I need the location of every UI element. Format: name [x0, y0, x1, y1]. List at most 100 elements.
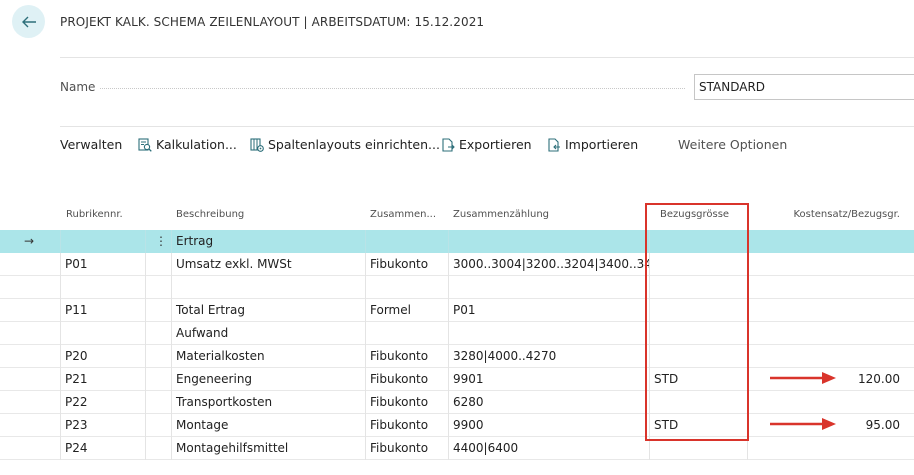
cell-bezugsgroesse[interactable]	[649, 230, 747, 253]
cell-rubrikennr[interactable]: P22	[60, 391, 145, 414]
cell-zusammen[interactable]: Fibukonto	[365, 368, 448, 391]
row-indicator	[0, 253, 60, 276]
table-row[interactable]: P01 Umsatz exkl. MWSt Fibukonto 3000..30…	[0, 253, 914, 276]
cell-kostensatz[interactable]	[747, 276, 914, 299]
table-row[interactable]	[0, 276, 914, 299]
cell-zusammenzaehlung[interactable]	[448, 230, 649, 253]
table-row[interactable]: → ⋮ Ertrag	[0, 230, 914, 253]
cell-beschreibung[interactable]: Transportkosten	[171, 391, 365, 414]
cell-bezugsgroesse[interactable]: STD	[649, 368, 747, 391]
cell-kostensatz[interactable]	[747, 437, 914, 460]
exportieren-button[interactable]: Exportieren	[441, 137, 532, 152]
importieren-button[interactable]: Importieren	[547, 137, 638, 152]
row-indicator	[0, 322, 60, 345]
cell-kostensatz[interactable]	[747, 391, 914, 414]
cell-kostensatz[interactable]	[747, 299, 914, 322]
annotation-arrow-icon	[770, 372, 836, 384]
cell-rubrikennr[interactable]: P20	[60, 345, 145, 368]
row-menu-cell	[145, 299, 171, 322]
col-header-bezugsgroesse[interactable]: Bezugsgrösse	[660, 209, 744, 220]
col-header-kostensatz[interactable]: Kostensatz/Bezugsgr.	[752, 209, 900, 220]
cell-zusammenzaehlung[interactable]	[448, 276, 649, 299]
row-indicator	[0, 368, 60, 391]
cell-zusammen[interactable]	[365, 322, 448, 345]
cell-rubrikennr[interactable]	[60, 230, 145, 253]
cell-rubrikennr[interactable]: P23	[60, 414, 145, 437]
weitere-optionen-button[interactable]: Weitere Optionen	[678, 137, 787, 152]
col-header-rubrikennr[interactable]: Rubrikennr.	[66, 209, 146, 220]
cell-beschreibung[interactable]: Aufwand	[171, 322, 365, 345]
cell-zusammenzaehlung[interactable]	[448, 322, 649, 345]
back-button[interactable]	[12, 5, 45, 38]
cell-bezugsgroesse[interactable]	[649, 253, 747, 276]
cell-zusammenzaehlung[interactable]: 3280|4000..4270	[448, 345, 649, 368]
cell-rubrikennr[interactable]: P21	[60, 368, 145, 391]
cell-beschreibung[interactable]: Umsatz exkl. MWSt	[171, 253, 365, 276]
kalkulation-button[interactable]: Kalkulation...	[138, 137, 237, 152]
cell-rubrikennr[interactable]: P11	[60, 299, 145, 322]
cell-beschreibung[interactable]: Materialkosten	[171, 345, 365, 368]
cell-kostensatz[interactable]	[747, 322, 914, 345]
cell-beschreibung[interactable]: Montagehilfsmittel	[171, 437, 365, 460]
export-icon	[442, 137, 455, 152]
cell-bezugsgroesse[interactable]	[649, 299, 747, 322]
ellipsis-vertical-icon[interactable]: ⋮	[145, 230, 171, 253]
spaltenlayouts-button[interactable]: Spaltenlayouts einrichten...	[250, 137, 440, 152]
name-label: Name	[60, 80, 96, 94]
cell-zusammenzaehlung[interactable]: 9901	[448, 368, 649, 391]
cell-rubrikennr[interactable]: P01	[60, 253, 145, 276]
verwalten-label: Verwalten	[60, 137, 123, 152]
cell-bezugsgroesse[interactable]	[649, 437, 747, 460]
table-row[interactable]: P11 Total Ertrag Formel P01	[0, 299, 914, 322]
cell-zusammen[interactable]: Fibukonto	[365, 345, 448, 368]
cell-beschreibung[interactable]: Montage	[171, 414, 365, 437]
name-input[interactable]: STANDARD	[694, 74, 914, 100]
row-menu-cell	[145, 368, 171, 391]
col-header-zusammenzaehlung[interactable]: Zusammenzählung	[453, 209, 643, 220]
row-menu-cell	[145, 276, 171, 299]
cell-zusammen[interactable]	[365, 230, 448, 253]
cell-bezugsgroesse[interactable]	[649, 345, 747, 368]
table-row[interactable]: Aufwand	[0, 322, 914, 345]
cell-zusammenzaehlung[interactable]: 9900	[448, 414, 649, 437]
annotation-arrow-icon	[770, 418, 836, 430]
cell-zusammenzaehlung[interactable]: P01	[448, 299, 649, 322]
cell-bezugsgroesse[interactable]	[649, 322, 747, 345]
table-row[interactable]: P24 Montagehilfsmittel Fibukonto 4400|64…	[0, 437, 914, 460]
row-arrow-icon: →	[24, 234, 35, 248]
table-row[interactable]: P20 Materialkosten Fibukonto 3280|4000..…	[0, 345, 914, 368]
cell-beschreibung[interactable]	[171, 276, 365, 299]
cell-beschreibung[interactable]: Total Ertrag	[171, 299, 365, 322]
col-header-beschreibung[interactable]: Beschreibung	[176, 209, 356, 220]
cell-bezugsgroesse[interactable]: STD	[649, 414, 747, 437]
divider	[60, 57, 914, 58]
col-header-zusammen[interactable]: Zusammen...	[370, 209, 446, 220]
cell-rubrikennr[interactable]	[60, 322, 145, 345]
cell-zusammen[interactable]	[365, 276, 448, 299]
calculation-icon	[138, 137, 152, 152]
cell-kostensatz[interactable]	[747, 253, 914, 276]
cell-kostensatz[interactable]	[747, 345, 914, 368]
kalkulation-label: Kalkulation...	[156, 137, 237, 152]
import-icon	[548, 137, 560, 152]
cell-beschreibung[interactable]: Engeneering	[171, 368, 365, 391]
weitere-optionen-label: Weitere Optionen	[678, 137, 788, 152]
cell-zusammen[interactable]: Formel	[365, 299, 448, 322]
cell-bezugsgroesse[interactable]	[649, 276, 747, 299]
cell-zusammenzaehlung[interactable]: 4400|6400	[448, 437, 649, 460]
cell-zusammen[interactable]: Fibukonto	[365, 391, 448, 414]
cell-rubrikennr[interactable]	[60, 276, 145, 299]
cell-beschreibung[interactable]: Ertrag	[171, 230, 365, 253]
row-indicator	[0, 299, 60, 322]
cell-kostensatz[interactable]	[747, 230, 914, 253]
cell-zusammenzaehlung[interactable]: 3000..3004|3200..3204|3400..3430|...	[448, 253, 649, 276]
table-row[interactable]: P22 Transportkosten Fibukonto 6280	[0, 391, 914, 414]
verwalten-menu[interactable]: Verwalten	[60, 137, 122, 152]
cell-zusammenzaehlung[interactable]: 6280	[448, 391, 649, 414]
cell-bezugsgroesse[interactable]	[649, 391, 747, 414]
cell-rubrikennr[interactable]: P24	[60, 437, 145, 460]
cell-zusammen[interactable]: Fibukonto	[365, 437, 448, 460]
exportieren-label: Exportieren	[459, 137, 532, 152]
cell-zusammen[interactable]: Fibukonto	[365, 253, 448, 276]
cell-zusammen[interactable]: Fibukonto	[365, 414, 448, 437]
